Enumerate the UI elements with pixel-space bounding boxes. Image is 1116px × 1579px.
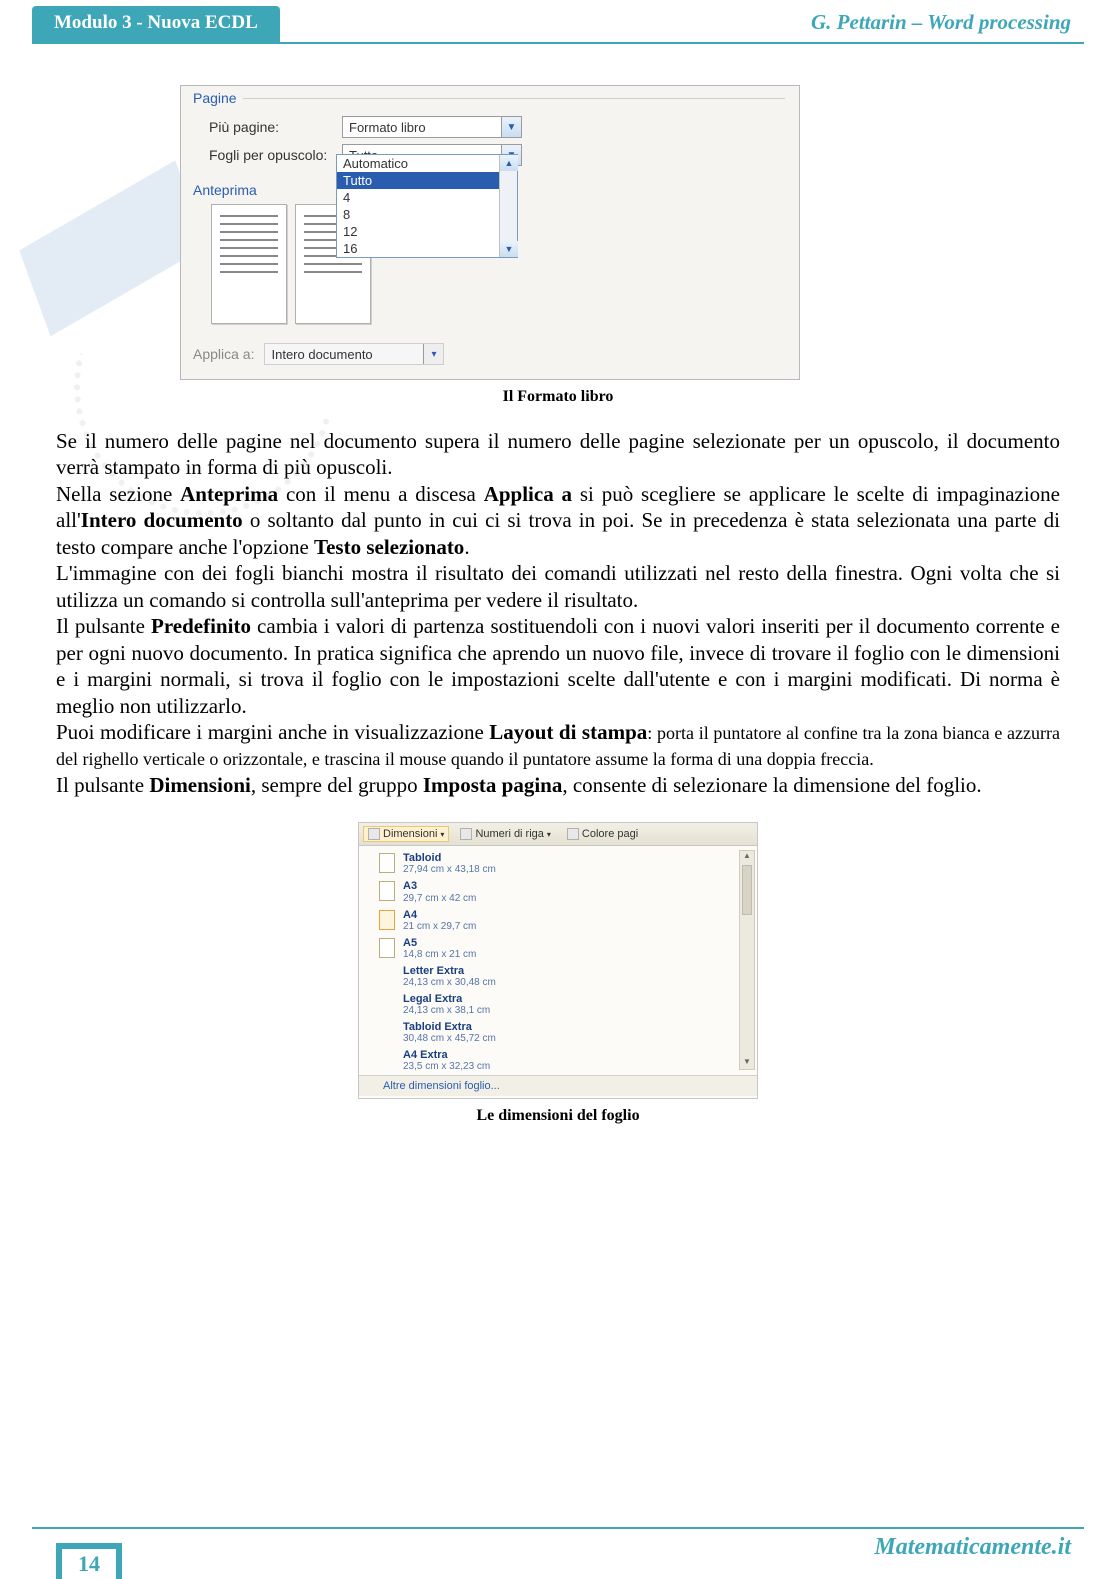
para-3: L'immagine con dei fogli bianchi mostra … [56,561,1060,611]
page-header: Modulo 3 - Nuova ECDL G. Pettarin – Word… [0,0,1116,50]
page-icon [379,853,395,873]
dropdown-option-automatico[interactable]: Automatico [337,155,517,172]
preview-page-left [211,204,287,324]
footer-brand: Matematicamente.it [874,1534,1071,1561]
size-list: Tabloid27,94 cm x 43,18 cm A329,7 cm x 4… [359,846,757,1098]
applica-a-value: Intero documento [265,347,423,362]
chevron-down-icon: ▾ [547,830,551,839]
applica-a-label: Applica a: [193,346,254,362]
size-item-a4[interactable]: A421 cm x 29,7 cm [359,907,757,935]
applica-a-row: Applica a: Intero documento ▾ [193,343,444,365]
size-item-tabloid[interactable]: Tabloid27,94 cm x 43,18 cm [359,850,757,878]
bold-layout-stampa: Layout di stampa [489,720,647,744]
size-item-tabloid-extra[interactable]: Tabloid Extra30,48 cm x 45,72 cm [359,1019,757,1047]
caption-formato-libro: Il Formato libro [0,388,1116,406]
size-item-a3[interactable]: A329,7 cm x 42 cm [359,878,757,906]
scrollbar-thumb[interactable] [742,865,752,915]
ribbon-dimensioni-button[interactable]: Dimensioni ▾ [363,826,449,842]
group-divider [243,98,785,99]
ribbon-colore-pagina-button[interactable]: Colore pagi [562,826,643,842]
piu-pagine-combo[interactable]: Formato libro ▼ [342,116,522,138]
header-divider [32,42,1084,44]
header-module-tab: Modulo 3 - Nuova ECDL [32,6,280,44]
ribbon-row: Dimensioni ▾ Numeri di riga ▾ Colore pag… [359,823,757,846]
caption-dimensioni-foglio: Le dimensioni del foglio [0,1107,1116,1125]
footer-divider [32,1527,1084,1529]
dropdown-option-12[interactable]: 12 [337,223,517,240]
piu-pagine-value: Formato libro [343,120,501,135]
bold-imposta-pagina: Imposta pagina [423,773,562,797]
chevron-down-icon: ▾ [440,830,444,839]
sizelist-scrollbar[interactable]: ▲ ▼ [739,850,755,1070]
line-numbers-icon [460,828,472,840]
piu-pagine-label: Più pagine: [209,119,334,135]
dropdown-option-8[interactable]: 8 [337,206,517,223]
bold-applica-a: Applica a [484,482,572,506]
page-number: 14 [56,1543,122,1579]
para-2-part: Nella sezione [56,482,180,506]
bold-intero-documento: Intero documento [81,508,243,532]
chevron-down-icon: ▾ [423,344,443,364]
fogli-opuscolo-label: Fogli per opuscolo: [209,147,334,163]
dropdown-option-4[interactable]: 4 [337,189,517,206]
formato-libro-dialog: Pagine Più pagine: Formato libro ▼ Fogli… [180,85,800,380]
body-text: Se il numero delle pagine nel documento … [56,428,1060,798]
page-icon [379,881,395,901]
anteprima-label: Anteprima [193,182,257,198]
page-footer: 14 Matematicamente.it [0,1523,1116,1579]
group-pagine-label: Pagine [193,90,237,106]
dropdown-option-16[interactable]: 16 [337,240,517,257]
bold-testo-selezionato: Testo selezionato [314,535,464,559]
dropdown-scrollbar[interactable]: ▲ ▼ [499,155,517,257]
scroll-up-icon[interactable]: ▲ [500,155,518,171]
scroll-down-icon[interactable]: ▼ [740,1057,754,1069]
scroll-down-icon[interactable]: ▼ [500,241,518,257]
chevron-down-icon[interactable]: ▼ [501,117,521,137]
page-size-icon [368,828,380,840]
para-1: Se il numero delle pagine nel documento … [56,429,1060,479]
size-item-a4-extra[interactable]: A4 Extra23,5 cm x 32,23 cm [359,1047,757,1075]
header-author: G. Pettarin – Word processing [811,10,1071,35]
altre-dimensioni-link[interactable]: Altre dimensioni foglio... [359,1075,757,1096]
applica-a-combo: Intero documento ▾ [264,343,444,365]
ribbon-numeri-riga-label: Numeri di riga [475,828,543,840]
scroll-up-icon[interactable]: ▲ [740,851,754,863]
size-item-a5[interactable]: A514,8 cm x 21 cm [359,935,757,963]
size-item-legal-extra[interactable]: Legal Extra24,13 cm x 38,1 cm [359,991,757,1019]
dimensioni-menu: Dimensioni ▾ Numeri di riga ▾ Colore pag… [358,822,758,1099]
ribbon-colore-pagina-label: Colore pagi [582,828,638,840]
ribbon-numeri-riga-button[interactable]: Numeri di riga ▾ [455,826,555,842]
page-icon [379,910,395,930]
bold-dimensioni: Dimensioni [149,773,251,797]
fogli-opuscolo-dropdown[interactable]: Automatico Tutto 4 8 12 16 ▲ ▼ [336,154,518,258]
page-color-icon [567,828,579,840]
size-item-letter-extra[interactable]: Letter Extra24,13 cm x 30,48 cm [359,963,757,991]
bold-predefinito: Predefinito [151,614,251,638]
ribbon-dimensioni-label: Dimensioni [383,828,437,840]
bold-anteprima: Anteprima [180,482,278,506]
dropdown-option-tutto[interactable]: Tutto [337,172,517,189]
page-icon [379,938,395,958]
